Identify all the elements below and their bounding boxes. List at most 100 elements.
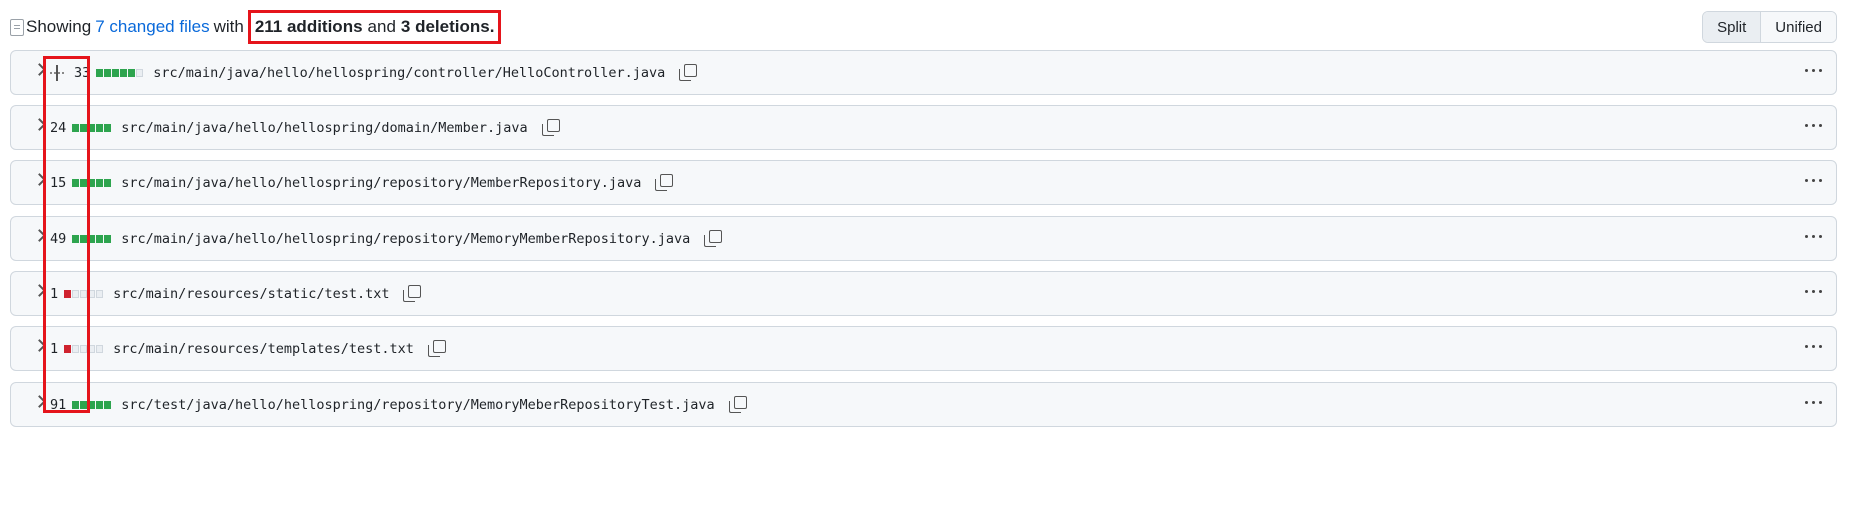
copy-icon[interactable] [655,173,674,192]
kebab-dot [1812,179,1815,182]
file-row[interactable]: 49 src/main/java/hello/hellospring/reposi… [10,216,1837,261]
diffstat-block-add [96,178,104,187]
file-path-link[interactable]: src/main/resources/templates/test.txt [113,341,414,357]
chevron-right-icon[interactable] [33,63,46,76]
diffstat-bar [72,123,112,132]
copy-icon[interactable] [704,229,723,248]
diffstat-block-add [80,178,88,187]
diffstat-block-neutral [80,344,88,353]
file-row[interactable]: 15 src/main/java/hello/hellospring/reposi… [10,160,1837,205]
diffstat-block-add [88,178,96,187]
diffstat-block-add [80,234,88,243]
diffstat-block-add [72,123,80,132]
diffstat-bar [72,178,112,187]
file-path-link[interactable]: src/main/resources/static/test.txt [113,286,389,302]
additions-deletions-highlight: 211 additions and 3 deletions. [247,10,502,44]
change-count: 1 [50,340,59,357]
file-row-content: 24 src/main/java/hello/hellospring/domain… [50,118,560,137]
chevron-right-icon[interactable] [33,173,46,186]
diffstat-block-add [128,68,136,77]
more-options-icon[interactable] [1805,69,1822,72]
summary-and: and [367,17,396,36]
diffstat-block-add [104,68,112,77]
chevron-right-icon[interactable] [33,395,46,408]
file-row-content: 49 src/main/java/hello/hellospring/reposi… [50,229,723,248]
file-path-link[interactable]: src/main/java/hello/hellospring/reposito… [121,231,690,247]
chevron-right-icon[interactable] [33,118,46,131]
more-options-icon[interactable] [1805,345,1822,348]
diffstat-bar [96,68,144,77]
file-row[interactable]: 24 src/main/java/hello/hellospring/domain… [10,105,1837,150]
file-row[interactable]: 1 src/main/resources/static/test.txt [10,271,1837,316]
kebab-dot [1819,124,1822,127]
more-options-icon[interactable] [1805,401,1822,404]
kebab-dot [1812,124,1815,127]
kebab-dot [1812,290,1815,293]
unified-view-button[interactable]: Unified [1761,12,1836,42]
changed-files-link[interactable]: 7 changed files [95,17,209,37]
copy-icon[interactable] [679,63,698,82]
diff-summary: Showing 7 changed files with 211 additio… [10,10,502,44]
diffstat-block-add [104,123,112,132]
file-row[interactable]: 91 src/test/java/hello/hellospring/reposi… [10,382,1837,427]
diffstat-block-neutral [88,344,96,353]
diffstat-block-neutral [72,289,80,298]
file-row[interactable]: 33 src/main/java/hello/hellospring/contro… [10,50,1837,95]
more-options-icon[interactable] [1805,235,1822,238]
kebab-dot [1812,235,1815,238]
diff-view-toggle: Split Unified [1702,11,1837,43]
file-row-content: 15 src/main/java/hello/hellospring/reposi… [50,173,674,192]
diffstat-block-add [80,123,88,132]
file-path-link[interactable]: src/main/java/hello/hellospring/domain/M… [121,120,527,136]
more-options-icon[interactable] [1805,179,1822,182]
file-row-content: 1 src/main/resources/templates/test.txt [50,339,446,358]
diffstat-block-add [112,68,120,77]
diffstat-block-del [64,344,72,353]
diffstat-block-neutral [80,289,88,298]
diffstat-block-del [64,289,72,298]
diffstat-block-add [88,123,96,132]
chevron-right-icon[interactable] [33,339,46,352]
file-diff-icon [10,18,24,36]
change-count: 49 [50,230,67,247]
copy-icon[interactable] [728,395,747,414]
more-options-icon[interactable] [1805,124,1822,127]
kebab-dot [1805,235,1808,238]
diffstat-block-neutral [88,289,96,298]
summary-prefix: Showing [26,17,92,36]
change-count: 24 [50,119,67,136]
diffstat-block-add [120,68,128,77]
diffstat-block-add [104,400,112,409]
split-view-button[interactable]: Split [1703,12,1762,42]
unfold-icon[interactable] [50,64,64,81]
copy-icon[interactable] [403,284,422,303]
kebab-dot [1819,345,1822,348]
diffstat-block-add [96,68,104,77]
change-count: 91 [50,396,67,413]
chevron-right-icon[interactable] [33,284,46,297]
copy-icon[interactable] [427,339,446,358]
file-path-link[interactable]: src/test/java/hello/hellospring/reposito… [121,397,714,413]
file-path-link[interactable]: src/main/java/hello/hellospring/reposito… [121,175,641,191]
kebab-dot [1819,401,1822,404]
file-row-content: 33 src/main/java/hello/hellospring/contro… [50,63,698,82]
kebab-dot [1805,69,1808,72]
file-row-content: 1 src/main/resources/static/test.txt [50,284,422,303]
chevron-right-icon[interactable] [33,229,46,242]
kebab-dot [1812,401,1815,404]
diffstat-bar [72,234,112,243]
kebab-dot [1812,69,1815,72]
diffstat-block-neutral [96,344,104,353]
kebab-dot [1819,179,1822,182]
diffstat-block-neutral [72,344,80,353]
kebab-dot [1819,290,1822,293]
more-options-icon[interactable] [1805,290,1822,293]
copy-icon[interactable] [541,118,560,137]
deletions-count: 3 deletions. [400,17,495,36]
diffstat-block-add [96,234,104,243]
file-row[interactable]: 1 src/main/resources/templates/test.txt [10,326,1837,371]
diffstat-bar [72,400,112,409]
diffstat-block-neutral [96,289,104,298]
diffstat-block-add [96,400,104,409]
file-path-link[interactable]: src/main/java/hello/hellospring/controll… [153,65,665,81]
